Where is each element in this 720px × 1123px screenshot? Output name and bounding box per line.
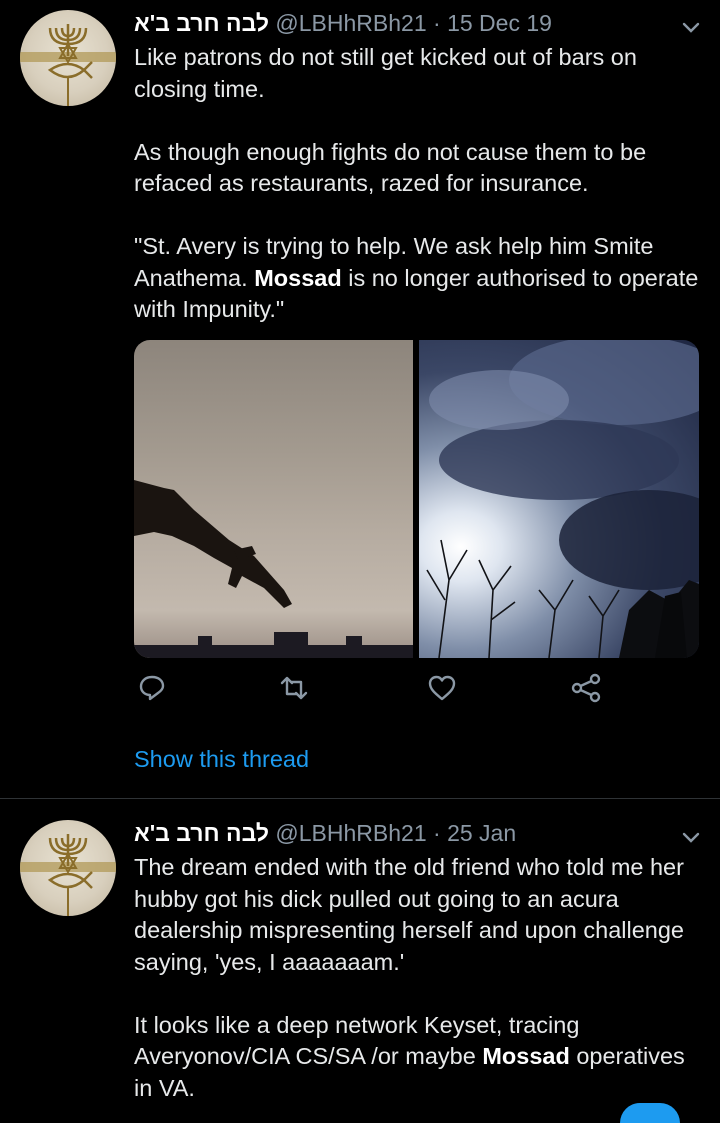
tweet-date[interactable]: 15 Dec 19 [447, 10, 552, 36]
author-name[interactable]: לבה חרב ב'א [134, 10, 269, 36]
tweet-header: לבה חרב ב'א @LBHhRBh21 · 25 Jan [134, 818, 516, 848]
author-handle[interactable]: @LBHhRBh21 [275, 820, 426, 846]
author-handle[interactable]: @LBHhRBh21 [275, 10, 426, 36]
tweet-paragraph: "St. Avery is trying to help. We ask hel… [134, 233, 699, 322]
rifle-silhouette-photo[interactable] [134, 340, 413, 658]
tweet[interactable]: לבה חרב ב'א @LBHhRBh21 · 25 Jan The drea… [0, 800, 720, 1110]
tweet-text: Like patrons do not still get kicked out… [134, 42, 700, 326]
retweet-icon[interactable] [278, 672, 310, 704]
show-thread-link[interactable]: Show this thread [134, 746, 309, 773]
media-grid [134, 340, 699, 658]
tweet-paragraph: As though enough fights do not cause the… [134, 138, 647, 197]
chevron-down-icon[interactable] [680, 16, 702, 38]
tweet[interactable]: לבה חרב ב'א @LBHhRBh21 · 15 Dec 19 Like … [0, 0, 720, 798]
avatar[interactable] [20, 10, 116, 106]
author-name[interactable]: לבה חרב ב'א [134, 820, 269, 846]
tweet-paragraph: The dream ended with the old friend who … [134, 854, 685, 975]
tweet-paragraph: It looks like a deep network Keyset, tra… [134, 1011, 685, 1101]
tweet-header: לבה חרב ב'א @LBHhRBh21 · 15 Dec 19 [134, 8, 552, 38]
tweet-date[interactable]: 25 Jan [447, 820, 516, 846]
separator-dot: · [433, 820, 441, 846]
tweet-divider [0, 798, 720, 799]
chevron-down-icon[interactable] [680, 826, 702, 848]
separator-dot: · [433, 10, 441, 36]
reply-icon[interactable] [136, 672, 168, 704]
compose-tweet-button[interactable] [620, 1103, 680, 1123]
bold-keyword: Mossad [254, 264, 342, 291]
share-icon[interactable] [570, 672, 602, 704]
tweet-text: The dream ended with the old friend who … [134, 852, 700, 1104]
like-icon[interactable] [426, 672, 458, 704]
menorah-emblem-icon [20, 834, 116, 916]
bold-keyword: Mossad [482, 1043, 570, 1069]
cloudy-sky-photo[interactable] [419, 340, 699, 658]
tweet-paragraph: Like patrons do not still get kicked out… [134, 44, 637, 102]
menorah-emblem-icon [20, 24, 116, 106]
avatar[interactable] [20, 820, 116, 916]
tweet-actions [134, 672, 700, 712]
